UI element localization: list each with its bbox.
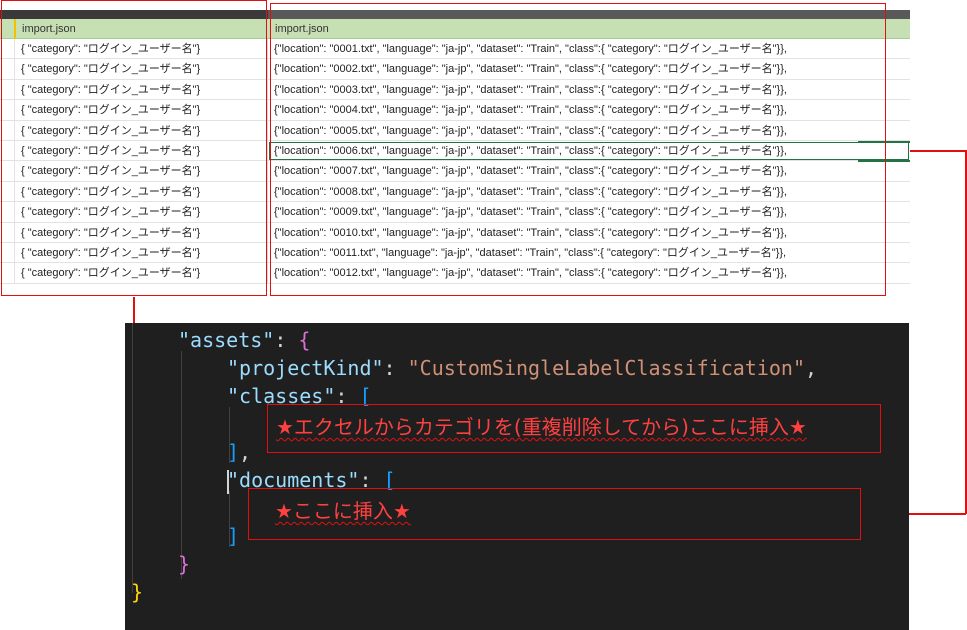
project-kind-value: "CustomSingleLabelClassification" xyxy=(407,356,805,380)
line-assets-close: } xyxy=(178,550,190,578)
category-column-highlight-box xyxy=(1,0,267,296)
assets-key: "assets" xyxy=(178,328,275,352)
indent-guide-outer xyxy=(132,323,133,593)
assets-open-brace: { xyxy=(298,328,311,352)
document-column-highlight-box xyxy=(270,3,886,296)
indent-guide-assets xyxy=(181,351,182,579)
line-documents-close: ] xyxy=(227,522,239,550)
project-kind-key: "projectKind" xyxy=(227,356,384,380)
project-kind-colon: : xyxy=(383,356,408,380)
connector-right-top xyxy=(910,150,966,152)
classes-close-comma: , xyxy=(239,440,252,464)
documents-close-bracket: ] xyxy=(227,524,240,548)
documents-insert-note-text: ★ここに挿入★ xyxy=(275,499,411,523)
code-editor[interactable]: "assets": { "projectKind": "CustomSingle… xyxy=(125,323,909,630)
assets-close-brace: } xyxy=(178,552,191,576)
classes-insert-note: ★エクセルからカテゴリを(重複削除してから)ここに挿入★ xyxy=(267,404,881,453)
assets-colon: : xyxy=(274,328,299,352)
connector-right-vertical xyxy=(965,150,967,514)
classes-close-bracket: ] xyxy=(227,440,240,464)
line-project-kind: "projectKind": "CustomSingleLabelClassif… xyxy=(227,354,817,382)
documents-insert-note: ★ここに挿入★ xyxy=(248,488,861,540)
classes-insert-note-text: ★エクセルからカテゴリを(重複削除してから)ここに挿入★ xyxy=(276,415,807,439)
root-close-brace: } xyxy=(131,580,144,604)
spreadsheet: import.json import.json { "category": "ロ… xyxy=(0,0,910,297)
project-kind-comma: , xyxy=(805,356,818,380)
line-root-close: } xyxy=(131,578,143,606)
line-classes-close: ], xyxy=(227,438,251,466)
line-assets: "assets": { xyxy=(178,326,310,354)
